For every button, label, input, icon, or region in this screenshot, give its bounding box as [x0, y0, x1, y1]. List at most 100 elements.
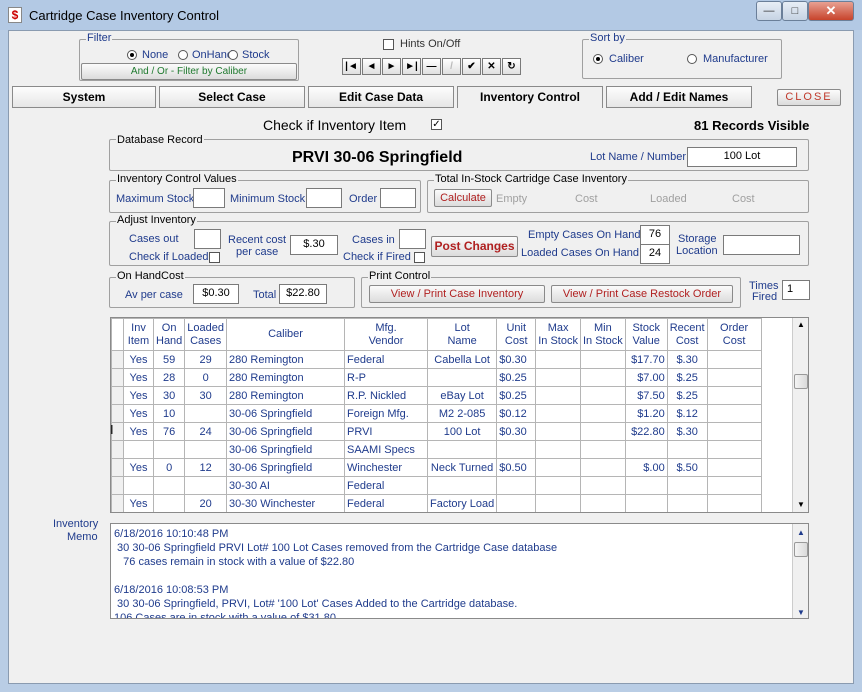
table-cell[interactable]: 30-06 Springfield — [226, 440, 346, 459]
table-row[interactable]: Yes 30 30 280 Remington R.P. Nickled eBay Lot… — [111, 386, 762, 405]
scroll-up-icon[interactable]: ▲ — [797, 320, 805, 329]
table-cell[interactable] — [152, 476, 186, 495]
inventory-item-checkbox[interactable]: ✓ — [431, 119, 442, 130]
min-stock-field[interactable] — [306, 188, 342, 208]
table-cell[interactable] — [579, 422, 626, 441]
table-cell[interactable]: $0.30 — [496, 350, 537, 369]
table-cell[interactable]: Yes — [123, 458, 154, 477]
table-cell[interactable]: 28 — [152, 368, 186, 387]
table-cell[interactable] — [535, 404, 581, 423]
table-cell[interactable] — [152, 440, 186, 459]
table-cell[interactable]: $.30 — [666, 422, 708, 441]
table-cell[interactable]: $0.25 — [496, 368, 537, 387]
table-cell[interactable] — [706, 368, 762, 387]
check-fired-checkbox[interactable] — [414, 252, 425, 263]
tab-inventory-control[interactable]: Inventory Control — [457, 86, 603, 108]
table-cell[interactable]: 0 — [184, 368, 228, 387]
table-cell[interactable] — [579, 476, 626, 495]
tab-add-edit-names[interactable]: Add / Edit Names — [606, 86, 752, 108]
last-record-button[interactable]: ►| — [402, 58, 421, 75]
delete-record-button[interactable]: — — [422, 58, 441, 75]
table-cell[interactable] — [184, 440, 228, 459]
scroll-down-icon[interactable]: ▼ — [797, 500, 805, 509]
table-cell[interactable] — [123, 476, 154, 495]
filter-by-caliber-button[interactable]: And / Or - Filter by Caliber — [81, 63, 297, 80]
tab-select-case[interactable]: Select Case — [159, 86, 305, 108]
table-cell[interactable] — [496, 440, 537, 459]
filter-none-radio[interactable] — [127, 50, 137, 60]
table-cell[interactable] — [706, 386, 762, 405]
loaded-on-hand-field[interactable]: 24 — [640, 244, 670, 264]
table-row[interactable]: Yes 10 30-06 Springfield Foreign Mfg. M2 2-0… — [111, 404, 762, 423]
table-cell[interactable]: $.25 — [666, 386, 708, 405]
table-cell[interactable] — [579, 440, 626, 459]
print-restock-button[interactable]: View / Print Case Restock Order — [551, 285, 733, 303]
post-changes-button[interactable]: Post Changes — [431, 236, 518, 257]
table-cell[interactable] — [427, 368, 498, 387]
table-cell[interactable] — [666, 476, 708, 495]
table-cell[interactable]: eBay Lot — [427, 386, 498, 405]
table-cell[interactable]: $0.25 — [496, 386, 537, 405]
table-cell[interactable]: $0.12 — [496, 404, 537, 423]
next-record-button[interactable]: ► — [382, 58, 401, 75]
table-cell[interactable] — [535, 386, 581, 405]
table-cell[interactable]: 59 — [152, 350, 186, 369]
table-cell[interactable] — [579, 368, 626, 387]
row-selector[interactable] — [111, 440, 124, 459]
table-cell[interactable] — [496, 494, 537, 512]
row-selector[interactable] — [111, 494, 124, 512]
table-cell[interactable] — [706, 476, 762, 495]
column-header[interactable]: Recent Cost — [666, 318, 708, 351]
table-cell[interactable] — [496, 476, 537, 495]
table-cell[interactable] — [535, 476, 581, 495]
table-row[interactable]: Yes 28 0 280 Remington R-P $0.25 $7.00 $.25 — [111, 368, 762, 387]
table-row[interactable]: Yes 0 12 30-06 Springfield Winchester Neck Tu… — [111, 458, 762, 477]
table-cell[interactable]: Factory Load — [427, 494, 498, 512]
table-cell[interactable] — [184, 404, 228, 423]
sort-manufacturer-radio[interactable] — [687, 54, 697, 64]
first-record-button[interactable]: |◄ — [342, 58, 361, 75]
table-cell[interactable]: R-P — [344, 368, 429, 387]
table-cell[interactable]: $.00 — [624, 458, 668, 477]
table-cell[interactable]: Yes — [123, 350, 154, 369]
table-cell[interactable]: $7.50 — [624, 386, 668, 405]
table-cell[interactable] — [624, 476, 668, 495]
close-button[interactable]: CLOSE — [777, 89, 841, 106]
table-cell[interactable]: 280 Remington — [226, 368, 346, 387]
minimize-button[interactable]: — — [756, 1, 782, 21]
maximize-button[interactable]: □ — [782, 1, 808, 21]
row-selector[interactable] — [111, 386, 124, 405]
table-cell[interactable]: 30-06 Springfield — [226, 422, 346, 441]
table-cell[interactable] — [624, 440, 668, 459]
table-cell[interactable]: $7.00 — [624, 368, 668, 387]
column-header[interactable]: Stock Value — [624, 318, 668, 351]
column-header[interactable]: On Hand — [152, 318, 186, 351]
av-per-case-field[interactable]: $0.30 — [193, 284, 239, 304]
table-cell[interactable]: $.50 — [666, 458, 708, 477]
table-cell[interactable]: 12 — [184, 458, 228, 477]
table-cell[interactable]: 20 — [184, 494, 228, 512]
table-cell[interactable]: Yes — [123, 404, 154, 423]
table-cell[interactable] — [666, 494, 708, 512]
table-cell[interactable] — [579, 458, 626, 477]
table-cell[interactable] — [706, 404, 762, 423]
filter-onhand-radio[interactable] — [178, 50, 188, 60]
refresh-record-button[interactable]: ↻ — [502, 58, 521, 75]
table-cell[interactable] — [123, 440, 154, 459]
column-header[interactable]: Order Cost — [706, 318, 762, 351]
table-cell[interactable] — [579, 386, 626, 405]
cancel-record-button[interactable]: ✕ — [482, 58, 501, 75]
inventory-grid[interactable]: Inv Item On Hand Loaded Cases Caliber Mfg. Vendo… — [110, 317, 809, 513]
column-header[interactable]: Max In Stock — [535, 318, 581, 351]
max-stock-field[interactable] — [193, 188, 225, 208]
table-cell[interactable] — [706, 422, 762, 441]
edit-record-button[interactable]: / — [442, 58, 461, 75]
table-row[interactable]: Yes 20 30-30 Winchester Federal Factory Load — [111, 494, 762, 512]
table-row[interactable]: 30-06 Springfield SAAMI Specs — [111, 440, 762, 459]
table-cell[interactable]: Foreign Mfg. — [344, 404, 429, 423]
prev-record-button[interactable]: ◄ — [362, 58, 381, 75]
table-cell[interactable] — [152, 494, 186, 512]
table-cell[interactable]: Federal — [344, 350, 429, 369]
table-cell[interactable]: Yes — [123, 494, 154, 512]
table-cell[interactable] — [706, 350, 762, 369]
